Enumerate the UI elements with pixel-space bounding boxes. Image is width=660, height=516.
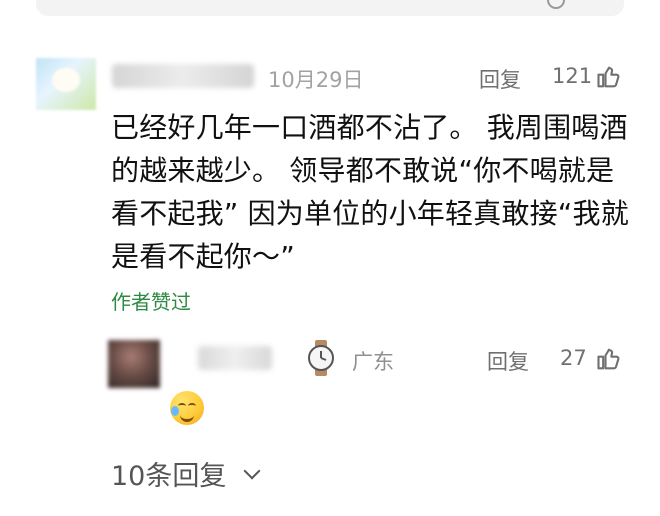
chevron-down-icon[interactable] bbox=[243, 462, 261, 480]
emoji-tear bbox=[171, 406, 179, 416]
laughing-crying-emoji-icon bbox=[170, 391, 204, 425]
comment-like-count: 121 bbox=[552, 64, 593, 88]
partial-icon bbox=[547, 0, 565, 9]
comment-text: 已经好几年一口酒都不沾了。 我周围喝酒的越来越少。 领导都不敢说“你不喝就是看不… bbox=[111, 111, 629, 273]
reply-thumbs-up-icon[interactable] bbox=[595, 345, 623, 373]
comment-date: 10月29日 bbox=[268, 68, 364, 92]
comment-avatar[interactable] bbox=[36, 58, 96, 110]
reply-avatar[interactable] bbox=[108, 340, 160, 388]
author-liked-badge: 作者赞过 bbox=[111, 290, 191, 314]
previous-item-strip bbox=[36, 0, 624, 16]
reply-button[interactable]: 回复 bbox=[479, 64, 521, 94]
reply-like-count: 27 bbox=[560, 346, 587, 370]
reply-location: 广东 bbox=[352, 350, 394, 374]
thumbs-up-icon[interactable] bbox=[595, 63, 623, 91]
comment-username-blurred[interactable] bbox=[112, 64, 254, 88]
emoji-mouth bbox=[180, 411, 194, 422]
reply-button-sub[interactable]: 回复 bbox=[487, 346, 529, 376]
reply-username-blurred[interactable] bbox=[198, 346, 272, 370]
watch-icon bbox=[308, 340, 334, 376]
more-replies-link[interactable]: 10条回复 bbox=[111, 454, 226, 493]
